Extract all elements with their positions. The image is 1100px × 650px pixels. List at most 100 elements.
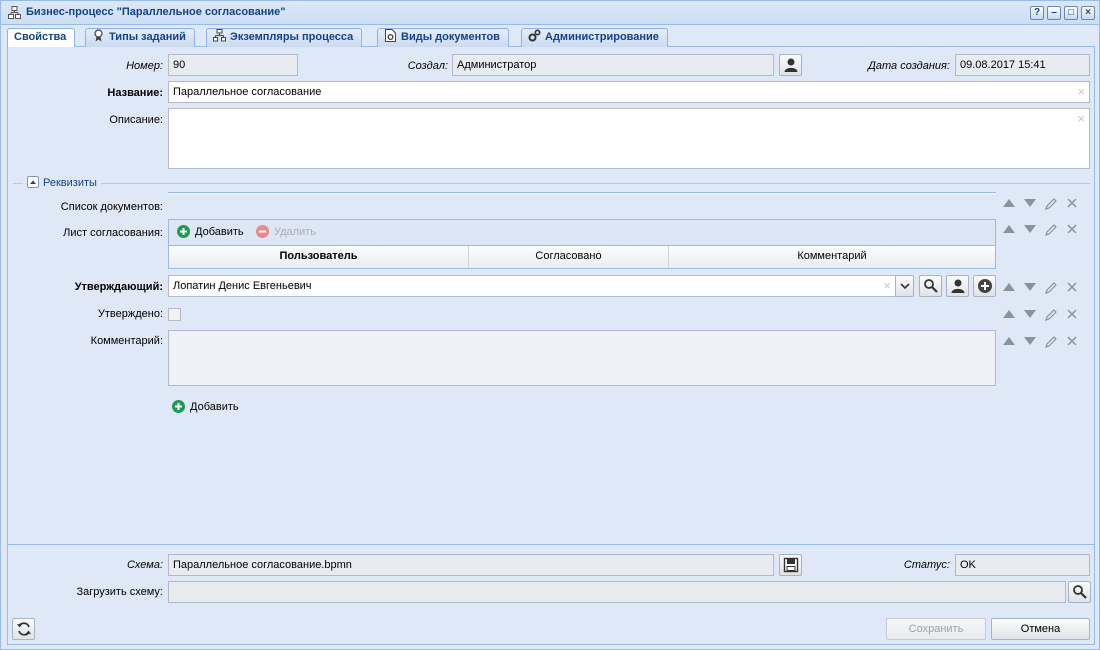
comment-field[interactable] (168, 330, 996, 386)
approval-sheet-label: Лист согласования: (63, 227, 163, 239)
move-down-icon[interactable] (1023, 197, 1037, 212)
clear-approver-icon[interactable]: × (883, 276, 891, 296)
help-button[interactable]: ? (1030, 6, 1044, 20)
process-icon (8, 6, 21, 19)
approval-row-controls (998, 223, 1078, 237)
edit-icon[interactable] (1044, 281, 1058, 298)
upload-scheme-label: Загрузить схему: (76, 586, 163, 598)
approved-checkbox[interactable] (168, 308, 181, 321)
browse-scheme-button[interactable] (1068, 581, 1091, 603)
grid-delete-label: Удалить (274, 226, 316, 238)
move-up-icon[interactable] (1002, 197, 1016, 212)
status-field[interactable]: OK (955, 554, 1090, 576)
requisites-legend-label: Реквизиты (43, 177, 97, 189)
download-scheme-button[interactable] (779, 554, 802, 576)
maximize-button[interactable]: □ (1064, 6, 1078, 20)
tab-process-instances-label: Экземпляры процесса (230, 31, 354, 43)
approval-grid: Добавить Удалить Пользователь Согласован… (168, 219, 996, 269)
window-titlebar[interactable]: Бизнес-процесс "Параллельное согласовани… (1, 1, 1099, 25)
select-creator-button[interactable] (779, 54, 802, 76)
grid-delete-button[interactable]: Удалить (256, 225, 316, 238)
documents-label: Список документов: (60, 201, 163, 213)
move-up-icon[interactable] (1002, 335, 1016, 350)
tab-administration-label: Администрирование (545, 31, 659, 43)
hierarchy-icon (213, 29, 226, 42)
clear-description-icon[interactable]: × (1077, 109, 1085, 129)
move-down-icon[interactable] (1023, 281, 1037, 296)
description-field[interactable]: × (168, 108, 1090, 169)
search-icon (1073, 585, 1087, 599)
collapse-toggle-icon[interactable] (27, 176, 39, 188)
tab-properties-label: Свойства (14, 31, 67, 43)
document-gear-icon (385, 29, 396, 42)
window-title: Бизнес-процесс "Параллельное согласовани… (26, 6, 286, 18)
grid-add-button[interactable]: Добавить (177, 225, 244, 238)
minimize-button[interactable]: – (1047, 6, 1061, 20)
upload-scheme-field[interactable] (168, 581, 1066, 603)
footer-divider (8, 544, 1094, 545)
chevron-down-icon (900, 283, 910, 290)
move-down-icon[interactable] (1023, 223, 1037, 238)
grid-add-label: Добавить (195, 226, 244, 238)
delete-circle-icon (256, 225, 269, 238)
column-header-user[interactable]: Пользователь (169, 246, 469, 268)
clear-name-icon[interactable]: × (1077, 82, 1085, 102)
scheme-label: Схема: (126, 559, 163, 571)
remove-icon[interactable] (1066, 223, 1078, 238)
add-requisite-button[interactable]: Добавить (172, 400, 239, 413)
close-button[interactable]: × (1081, 6, 1095, 20)
gears-icon (528, 29, 541, 42)
remove-icon[interactable] (1066, 281, 1078, 296)
edit-icon[interactable] (1044, 335, 1058, 352)
tab-properties[interactable]: Свойства (7, 28, 76, 48)
user-icon (951, 279, 965, 293)
remove-icon[interactable] (1066, 197, 1078, 212)
tab-task-types[interactable]: Типы заданий (85, 28, 195, 47)
approver-add-button[interactable] (973, 275, 996, 297)
tab-administration[interactable]: Администрирование (521, 28, 668, 47)
comment-row-controls (998, 335, 1078, 349)
tab-document-types[interactable]: Виды документов (377, 28, 509, 47)
approver-field[interactable]: Лопатин Денис Евгеньевич × (168, 275, 896, 297)
number-label: Номер: (126, 60, 163, 72)
tab-document-types-label: Виды документов (401, 31, 500, 43)
column-header-approved[interactable]: Согласовано (469, 246, 669, 268)
add-requisite-label: Добавить (190, 401, 239, 413)
user-icon (784, 58, 798, 72)
scheme-field[interactable]: Параллельное согласование.bpmn (168, 554, 774, 576)
edit-icon[interactable] (1044, 308, 1058, 325)
column-header-comment[interactable]: Комментарий (669, 246, 995, 268)
edit-icon[interactable] (1044, 223, 1058, 240)
move-up-icon[interactable] (1002, 223, 1016, 238)
move-up-icon[interactable] (1002, 308, 1016, 323)
refresh-button[interactable] (12, 618, 35, 640)
search-icon (924, 279, 938, 293)
tab-process-instances[interactable]: Экземпляры процесса (206, 28, 363, 47)
process-window: Бизнес-процесс "Параллельное согласовани… (0, 0, 1100, 650)
created-date-field[interactable]: 09.08.2017 15:41 (955, 54, 1090, 76)
status-label: Статус: (903, 559, 950, 571)
approver-dropdown-button[interactable] (895, 275, 914, 297)
name-field[interactable]: Параллельное согласование × (168, 81, 1090, 103)
number-field[interactable]: 90 (168, 54, 298, 76)
remove-icon[interactable] (1066, 335, 1078, 350)
approver-value: Лопатин Денис Евгеньевич (173, 280, 312, 292)
name-value: Параллельное согласование (173, 86, 322, 98)
add-circle-icon (978, 279, 992, 293)
move-down-icon[interactable] (1023, 335, 1037, 350)
cancel-button[interactable]: Отмена (991, 618, 1090, 640)
requisites-legend[interactable]: Реквизиты (23, 176, 101, 189)
properties-panel: Номер: 90 Создал: Администратор Дата соз… (7, 47, 1095, 645)
remove-icon[interactable] (1066, 308, 1078, 323)
refresh-icon (17, 622, 31, 636)
edit-icon[interactable] (1044, 197, 1058, 214)
created-date-label: Дата создания: (868, 60, 950, 72)
move-up-icon[interactable] (1002, 281, 1016, 296)
save-button[interactable]: Сохранить (886, 618, 986, 640)
approver-user-button[interactable] (946, 275, 969, 297)
documents-list[interactable] (168, 192, 996, 195)
approver-search-button[interactable] (919, 275, 942, 297)
creator-field[interactable]: Администратор (452, 54, 774, 76)
move-down-icon[interactable] (1023, 308, 1037, 323)
approved-row-controls (998, 308, 1078, 322)
